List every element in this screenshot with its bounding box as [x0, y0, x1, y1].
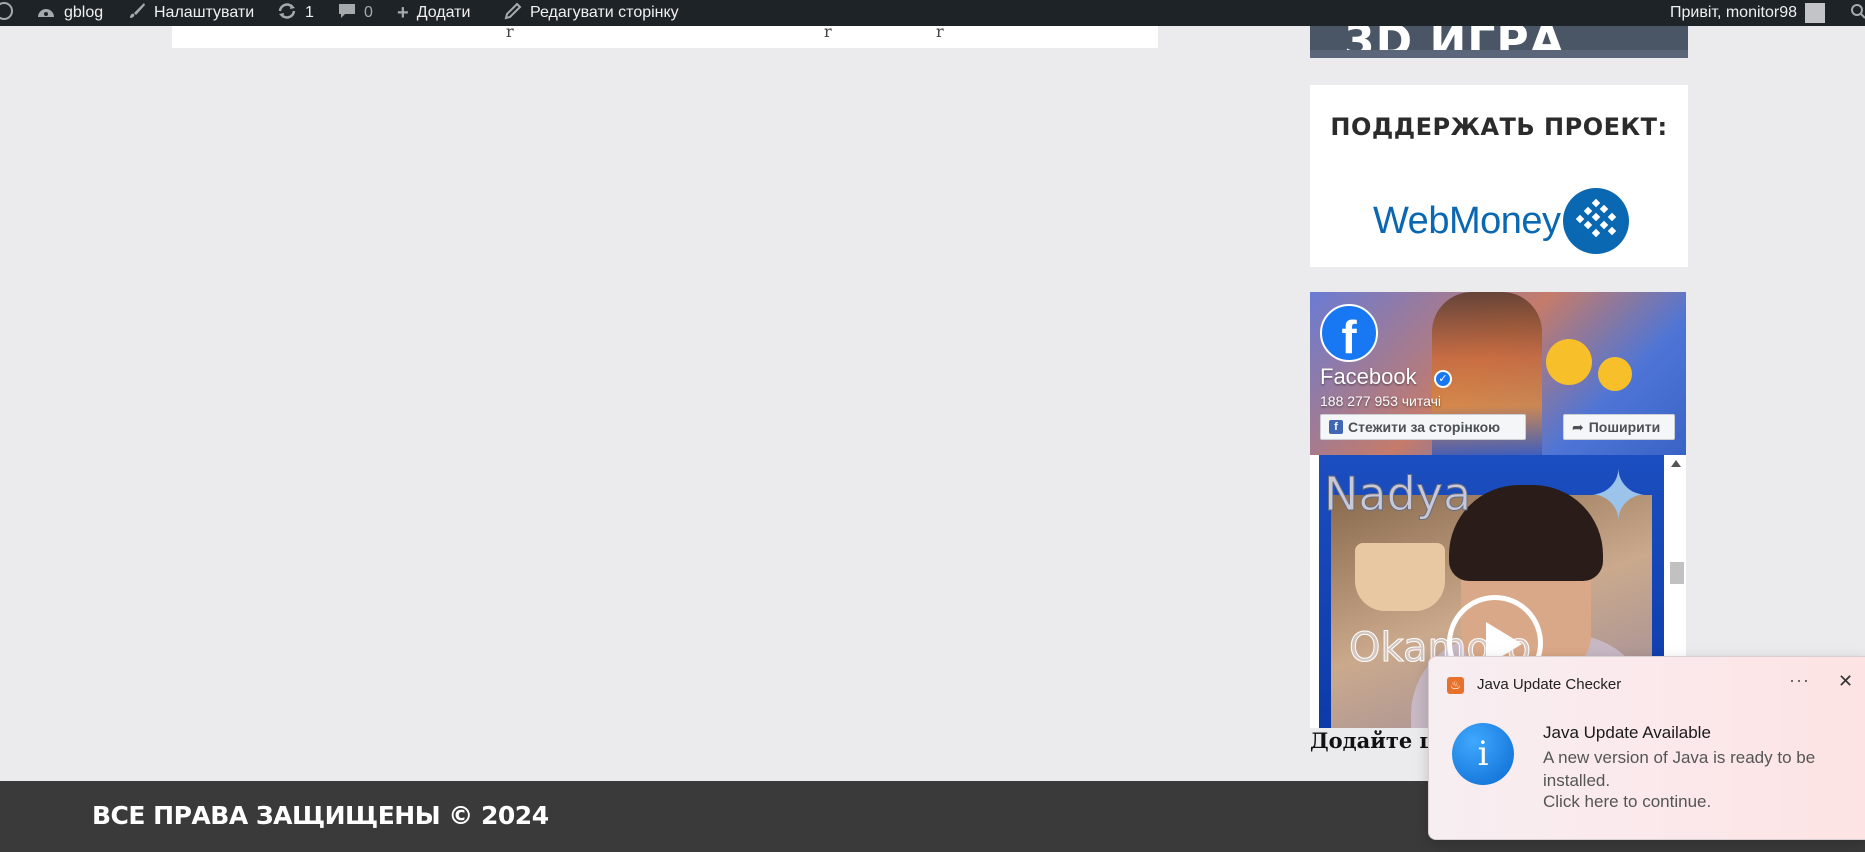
close-icon[interactable]: ✕	[1838, 671, 1853, 692]
wordpress-icon	[0, 1, 14, 25]
share-button[interactable]: ➦ Поширити	[1563, 414, 1675, 440]
edit-page-link[interactable]: Редагувати сторінку	[504, 0, 679, 26]
comment-icon	[338, 2, 356, 25]
wordpress-logo-menu[interactable]	[0, 0, 14, 26]
game-banner[interactable]: 3D ИГРА	[1310, 26, 1688, 58]
facebook-square-icon: f	[1329, 420, 1343, 434]
share-arrow-icon: ➦	[1572, 418, 1584, 435]
dashboard-icon	[36, 3, 56, 24]
facebook-page-name[interactable]: Facebook	[1320, 364, 1417, 390]
follow-page-button[interactable]: f Стежити за сторінкою	[1320, 414, 1526, 440]
facebook-logo-icon[interactable]: f	[1320, 304, 1378, 363]
footer-copyright: ВСЕ ПРАВА ЗАЩИЩЕНЫ © 2024	[92, 801, 549, 830]
avatar	[1804, 3, 1825, 23]
wow-emoji-icon	[1546, 339, 1592, 385]
donate-heading: ПОДДЕРЖАТЬ ПРОЕКТ:	[1330, 113, 1668, 141]
toast-body: A new version of Java is ready to be ins…	[1543, 748, 1816, 790]
site-name-menu[interactable]: gblog	[36, 0, 103, 26]
site-name-label: gblog	[64, 4, 104, 21]
comments-link[interactable]: 0	[338, 0, 373, 26]
admin-bar: gblog Налаштувати 1 0 + Додати Редагуват…	[0, 0, 1865, 26]
toast-title: Java Update Available	[1543, 723, 1711, 742]
verified-badge-icon: ✓	[1434, 370, 1452, 388]
banner-divider	[1310, 50, 1688, 58]
text-fragment: r	[824, 22, 832, 41]
plus-icon: +	[397, 1, 409, 24]
greeting-label: Привіт, monitor98	[1670, 4, 1797, 21]
scroll-up-arrow-icon[interactable]	[1671, 460, 1681, 467]
scrollbar-thumb[interactable]	[1670, 562, 1684, 584]
search-toggle[interactable]	[1850, 0, 1865, 26]
toast-app-name: Java Update Checker	[1477, 676, 1622, 693]
add-new-menu[interactable]: + Додати	[397, 0, 470, 26]
text-fragment: r	[506, 22, 514, 41]
user-account-menu[interactable]: Привіт, monitor98	[1670, 0, 1825, 26]
text-fragment: r	[936, 22, 944, 41]
follow-page-label: Стежити за сторінкою	[1348, 419, 1501, 435]
sparkle-icon: ✦	[1589, 457, 1648, 535]
info-icon: i	[1452, 723, 1514, 785]
laugh-emoji-icon	[1598, 357, 1632, 391]
webmoney-link[interactable]: WebMoney	[1373, 200, 1561, 243]
facebook-followers: 188 277 953 читачі	[1320, 393, 1441, 409]
more-options-icon[interactable]: ···	[1789, 670, 1810, 691]
main-content-area: r r r	[172, 22, 1158, 48]
toast-cta[interactable]: Click here to continue.	[1543, 792, 1711, 812]
share-label: Поширити	[1588, 419, 1661, 435]
customize-link[interactable]: Налаштувати	[128, 0, 254, 26]
comments-count: 0	[364, 4, 373, 21]
hair-shape	[1449, 485, 1603, 581]
video-title-1: Nadya	[1323, 467, 1472, 522]
donate-widget: ПОДДЕРЖАТЬ ПРОЕКТ: WebMoney	[1310, 85, 1688, 267]
customize-label: Налаштувати	[154, 4, 255, 21]
edit-page-label: Редагувати сторінку	[530, 4, 679, 21]
updates-link[interactable]: 1	[277, 0, 314, 26]
search-icon	[1850, 3, 1865, 24]
refresh-icon	[277, 2, 297, 25]
add-new-label: Додати	[416, 4, 471, 21]
lamp-shape	[1355, 543, 1445, 611]
webmoney-logo-icon[interactable]	[1563, 188, 1629, 254]
brush-icon	[128, 2, 146, 25]
java-app-icon: ♨	[1447, 677, 1464, 694]
updates-count: 1	[305, 4, 314, 21]
java-update-toast[interactable]: ♨ Java Update Checker ··· ✕ i Java Updat…	[1428, 656, 1865, 840]
